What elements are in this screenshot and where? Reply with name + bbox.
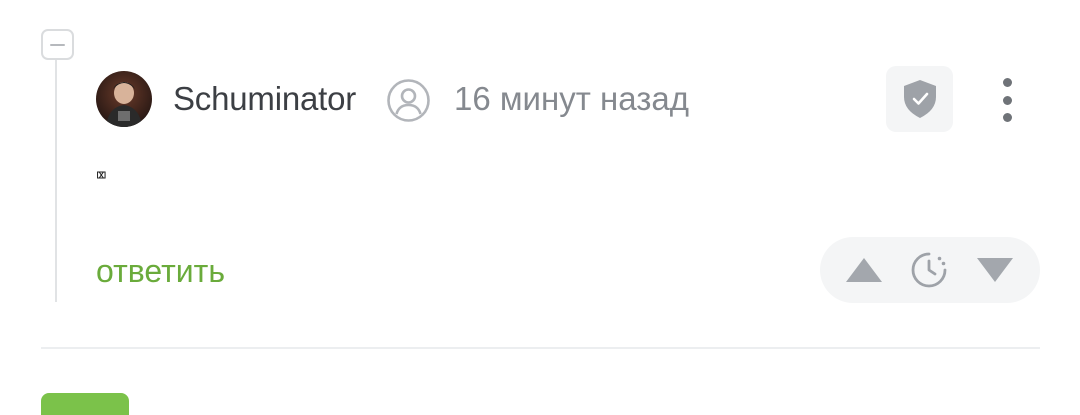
more-options-button[interactable]	[990, 76, 1024, 124]
vote-down-button[interactable]	[976, 257, 1014, 283]
comment-timestamp[interactable]: 16 минут назад	[454, 79, 689, 119]
shield-check-icon	[903, 80, 936, 118]
vote-controls	[820, 237, 1040, 303]
reply-button[interactable]: ответить	[96, 252, 225, 290]
moderation-button[interactable]	[886, 66, 953, 132]
minus-icon	[50, 43, 65, 46]
collapse-thread-button[interactable]	[41, 29, 74, 60]
thread-line[interactable]	[55, 60, 57, 302]
user-circle-icon	[386, 78, 431, 123]
clock-icon[interactable]	[910, 251, 948, 289]
more-dot	[1002, 95, 1012, 105]
comment-page: Schuminator 16 минут назад ⌧ ответить	[0, 0, 1080, 415]
vote-up-button[interactable]	[845, 257, 883, 283]
avatar[interactable]	[96, 71, 152, 127]
action-button[interactable]	[41, 393, 129, 415]
more-dot	[1002, 113, 1012, 122]
divider	[41, 347, 1040, 349]
comment-body: ⌧	[96, 165, 107, 186]
username[interactable]: Schuminator	[173, 79, 356, 119]
more-vertical-icon	[1002, 78, 1012, 87]
